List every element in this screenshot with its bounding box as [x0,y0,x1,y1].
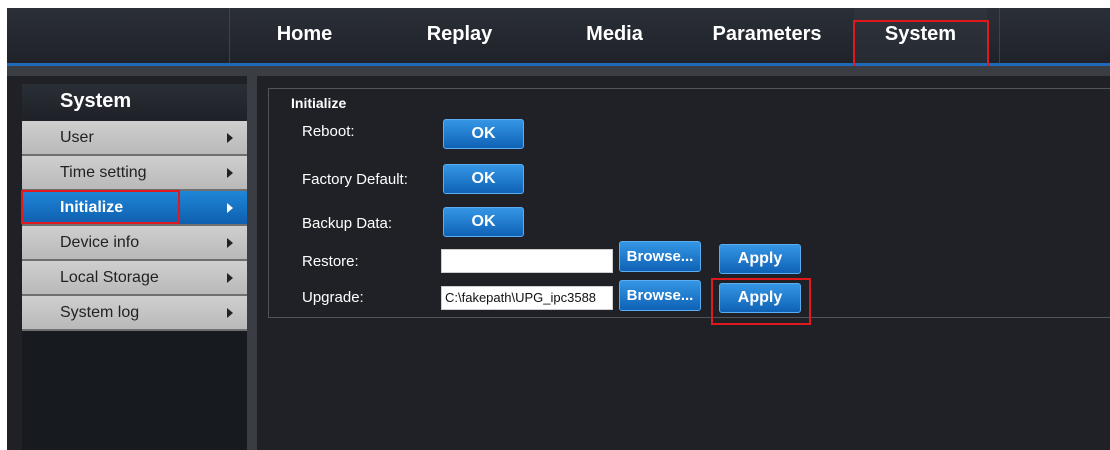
restore-label: Restore: [302,253,359,270]
reboot-label: Reboot: [302,123,355,140]
upgrade-browse-button[interactable]: Browse... [619,280,701,311]
tab-home[interactable]: Home [237,8,372,63]
chevron-right-icon [227,308,233,318]
upgrade-file-input[interactable]: C:\fakepath\UPG_ipc3588 [441,286,613,310]
upgrade-apply-button[interactable]: Apply [719,283,801,313]
sidebar-item-initialize[interactable]: Initialize [22,191,247,226]
tab-media[interactable]: Media [547,8,682,63]
upgrade-label: Upgrade: [302,289,364,306]
sidebar-item-label: Local Storage [60,269,159,286]
backup-data-label: Backup Data: [302,215,393,232]
chevron-right-icon [227,273,233,283]
nav-divider [229,8,230,63]
tab-parameters[interactable]: Parameters [697,8,837,63]
initialize-panel: Initialize Reboot: OK Factory Default: O… [268,88,1110,318]
sidebar-item-label: Device info [60,234,140,251]
restore-file-input[interactable] [441,249,613,273]
chevron-right-icon [227,238,233,248]
tab-replay[interactable]: Replay [392,8,527,63]
sidebar-item-label: Initialize [60,199,124,216]
chevron-right-icon [227,203,233,213]
sidebar-item-device-info[interactable]: Device info [22,226,247,261]
sidebar-item-local-storage[interactable]: Local Storage [22,261,247,296]
app-window: Home Replay Media Parameters System Syst… [7,8,1110,450]
top-navigation-bar: Home Replay Media Parameters System [7,8,1110,66]
sidebar-item-label: System log [60,304,140,321]
nav-divider [999,8,1000,63]
sidebar-separator [247,76,257,450]
factory-default-ok-button[interactable]: OK [443,164,524,194]
chevron-right-icon [227,168,233,178]
sidebar: System User Time setting Initialize Devi… [22,84,247,450]
sidebar-title: System [22,84,247,121]
sidebar-item-time-setting[interactable]: Time setting [22,156,247,191]
factory-default-label: Factory Default: [302,171,408,188]
panel-title: Initialize [291,95,347,111]
reboot-ok-button[interactable]: OK [443,119,524,149]
tab-system[interactable]: System [854,8,987,63]
sidebar-item-user[interactable]: User [22,121,247,156]
chevron-right-icon [227,133,233,143]
sidebar-item-label: Time setting [60,164,147,181]
header-separator [7,66,1110,76]
backup-ok-button[interactable]: OK [443,207,524,237]
sidebar-item-system-log[interactable]: System log [22,296,247,331]
sidebar-item-label: User [60,129,94,146]
restore-browse-button[interactable]: Browse... [619,241,701,272]
restore-apply-button[interactable]: Apply [719,244,801,274]
